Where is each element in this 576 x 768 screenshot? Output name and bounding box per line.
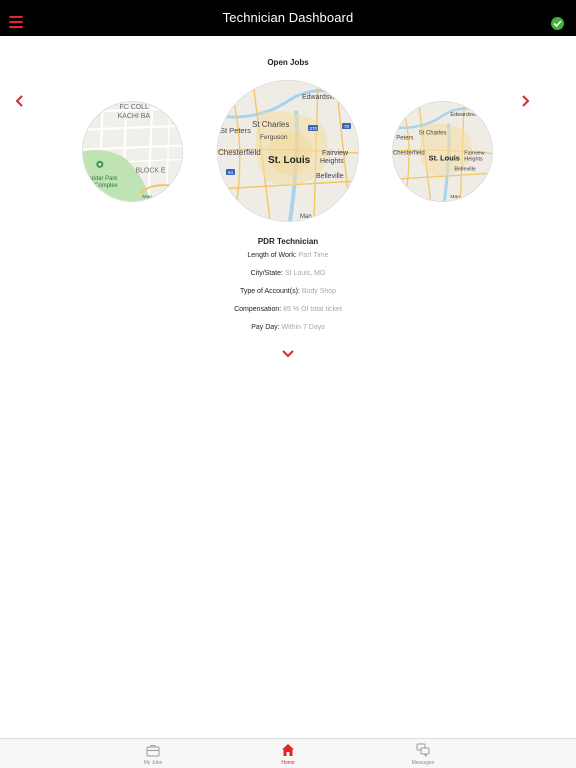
detail-label: Compensation: xyxy=(234,306,282,313)
detail-compensation: Compensation: 85 % Of total ticket xyxy=(0,306,576,313)
chat-icon xyxy=(416,743,430,758)
detail-account-type: Type of Account(s): Body Shop xyxy=(0,288,576,295)
detail-value: Within 7 Days xyxy=(281,324,325,331)
detail-label: Type of Account(s): xyxy=(239,288,300,295)
detail-length-of-work: Length of Work: Part Time xyxy=(0,252,576,259)
map-label: Man xyxy=(142,194,152,200)
map-label: St. Louis xyxy=(268,155,311,166)
map-label: Heights xyxy=(320,158,344,165)
map-label: 64 xyxy=(228,170,234,175)
map-label: FC COLL xyxy=(120,104,149,111)
map-label: 70 xyxy=(344,124,350,129)
check-circle-icon[interactable] xyxy=(551,17,564,30)
home-icon xyxy=(281,743,295,757)
map-label: St. Louis xyxy=(429,153,460,162)
map-label: Edwardsville xyxy=(302,94,341,101)
map-label: Fairview xyxy=(322,150,349,157)
map-label: 270 xyxy=(310,126,318,131)
detail-value: Part Time xyxy=(298,252,329,259)
detail-value: 85 % Of total ticket xyxy=(283,306,342,313)
detail-label: Pay Day: xyxy=(251,324,280,331)
map-label: Ferguson xyxy=(260,134,288,141)
detail-pay-day: Pay Day: Within 7 Days xyxy=(0,324,576,331)
bottom-tab-bar: My Jobs Home Messages xyxy=(0,738,576,768)
map-label: St Peters xyxy=(220,126,251,135)
detail-label: Length of Work: xyxy=(247,252,297,259)
chevron-right-icon[interactable] xyxy=(519,94,531,108)
map-label: t Peters xyxy=(393,136,413,142)
map-label: KACHI BA xyxy=(118,113,151,120)
map-label: spitar Park xyxy=(89,176,117,182)
map-label: Chesterfield xyxy=(393,150,425,156)
map-label: Man xyxy=(300,214,312,220)
job-map-center[interactable]: 270 70 64 Edwardsville St Peters St Char… xyxy=(217,80,359,222)
chevron-down-icon[interactable] xyxy=(281,346,295,358)
tab-my-jobs[interactable]: My Jobs xyxy=(113,739,193,768)
map-label: Heights xyxy=(464,156,483,162)
map-label: Belleville xyxy=(454,166,475,172)
detail-city-state: City/State: St Louis, MO xyxy=(0,270,576,277)
map-label: Chesterfield xyxy=(218,148,261,157)
tab-messages[interactable]: Messages xyxy=(383,739,463,768)
open-jobs-heading: Open Jobs xyxy=(267,58,309,67)
page-title: Technician Dashboard xyxy=(222,10,354,25)
map-label: Man xyxy=(450,194,460,200)
tab-home[interactable]: Home xyxy=(248,739,328,768)
job-map-right[interactable]: Edwardsville t Peters St Charles Chester… xyxy=(392,101,493,202)
map-label: Edwardsville xyxy=(450,112,481,118)
map-label: ts Complex xyxy=(88,183,118,189)
tab-label: Messages xyxy=(411,760,435,766)
map-label: St Charles xyxy=(419,131,447,137)
job-map-left[interactable]: FC COLL KACHI BA BLOCK E spitar Park ts … xyxy=(82,101,183,202)
tab-label: My Jobs xyxy=(143,760,163,766)
detail-value: Body Shop xyxy=(301,288,337,295)
job-title: PDR Technician xyxy=(257,237,319,246)
map-label: St Charles xyxy=(252,120,289,129)
briefcase-icon xyxy=(146,743,160,757)
chevron-left-icon[interactable] xyxy=(14,94,26,108)
top-bar: Technician Dashboard xyxy=(0,0,576,36)
map-label: Belleville xyxy=(316,173,344,180)
map-label: BLOCK E xyxy=(135,167,165,174)
detail-value: St Louis, MO xyxy=(284,270,326,277)
tab-label: Home xyxy=(281,760,295,766)
detail-label: City/State: xyxy=(250,270,283,277)
